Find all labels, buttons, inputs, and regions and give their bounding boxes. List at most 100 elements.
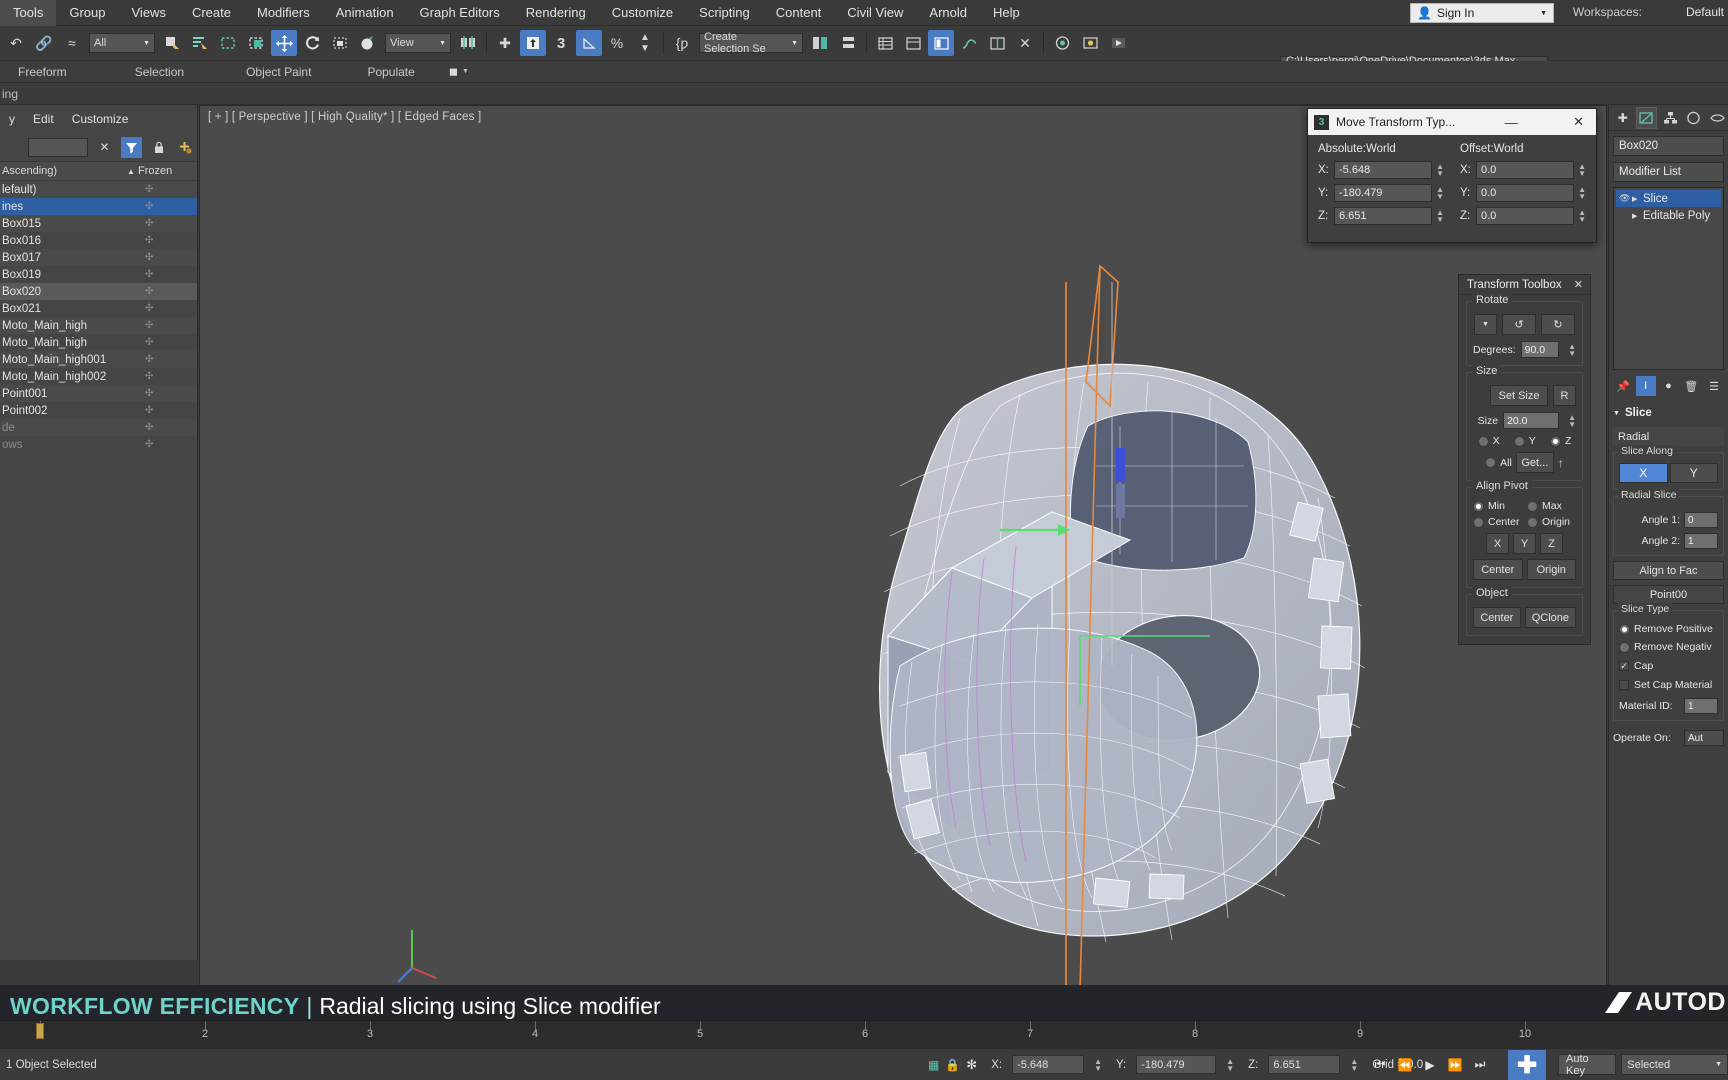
rectangular-selection-region-icon[interactable] [215, 30, 241, 56]
snap-toggle-3d-icon[interactable]: 3 [548, 30, 574, 56]
camera-icon[interactable]: ◼ [449, 65, 458, 78]
ribbon-tab-selection[interactable]: Selection [83, 65, 200, 79]
render-setup-icon[interactable] [1077, 30, 1103, 56]
ribbon-tab-object-paint[interactable]: Object Paint [200, 65, 327, 79]
lock-icon[interactable]: 🔒 [945, 1058, 960, 1072]
pivot-axis-y-button[interactable]: Y [1513, 533, 1536, 554]
pivot-center-radio[interactable]: Center [1473, 516, 1527, 528]
toggle-scene-explorer-icon[interactable] [928, 30, 954, 56]
pivot-origin-button[interactable]: Origin [1527, 559, 1577, 580]
window-crossing-icon[interactable] [243, 30, 269, 56]
freeze-toggle-icon[interactable]: ✣ [127, 320, 197, 331]
auto-key-button[interactable]: Auto Key [1558, 1054, 1616, 1075]
modifier-stack-item-editable-poly[interactable]: ▶ Editable Poly [1616, 207, 1721, 224]
spinner-icon[interactable]: ▲▼ [1350, 1058, 1358, 1072]
freeze-toggle-icon[interactable]: ✣ [127, 303, 197, 314]
modifier-stack-item-slice[interactable]: 👁 ▶ Slice [1616, 190, 1721, 207]
tab-hierarchy[interactable] [1659, 107, 1681, 129]
freeze-toggle-icon[interactable]: ✣ [127, 337, 197, 348]
slice-rollout-header[interactable]: ▼ Slice [1613, 404, 1724, 422]
ribbon-tab-freeform[interactable]: Freeform [0, 65, 83, 79]
time-slider-key[interactable] [36, 1023, 44, 1039]
absolute-y-input[interactable]: -180.479 [1334, 184, 1432, 202]
explorer-row[interactable]: Moto_Main_high✣ [0, 334, 197, 351]
explorer-menu-edit[interactable]: Edit [24, 112, 63, 126]
link-icon[interactable]: 🔗 [31, 30, 57, 56]
explorer-row[interactable]: Box020✣ [0, 283, 197, 300]
cap-checkbox[interactable]: ✓ Cap [1619, 660, 1718, 672]
explorer-row[interactable]: Box016✣ [0, 232, 197, 249]
pivot-min[interactable]: Min [1473, 500, 1527, 512]
spinner-icon[interactable]: ▲▼ [1226, 1058, 1234, 1072]
freeze-toggle-icon[interactable]: ✣ [127, 388, 197, 399]
object-qclone-button[interactable]: QClone [1525, 607, 1576, 628]
absolute-relative-mode-icon[interactable]: ✻ [966, 1057, 977, 1073]
explorer-row[interactable]: Box017✣ [0, 249, 197, 266]
explorer-row[interactable]: ows✣ [0, 436, 197, 453]
menu-item-animation[interactable]: Animation [323, 0, 407, 26]
explorer-row[interactable]: Moto_Main_high002✣ [0, 368, 197, 385]
menu-item-graph-editors[interactable]: Graph Editors [407, 0, 513, 26]
freeze-toggle-icon[interactable]: ✣ [127, 439, 197, 450]
size-axis-y[interactable]: Y [1514, 435, 1536, 447]
explorer-row[interactable]: Point001✣ [0, 385, 197, 402]
absolute-z-input[interactable]: 6.651 [1334, 207, 1432, 225]
menu-item-rendering[interactable]: Rendering [513, 0, 599, 26]
chevron-down-icon[interactable]: ▼ [462, 68, 469, 75]
spinner-icon[interactable]: ▲▼ [1578, 163, 1586, 177]
chevron-right-icon[interactable]: ▶ [1632, 212, 1643, 220]
menu-item-help[interactable]: Help [980, 0, 1033, 26]
material-id-input[interactable]: 1 [1684, 698, 1718, 714]
menu-item-content[interactable]: Content [763, 0, 835, 26]
sign-in-button[interactable]: 👤 Sign In ▼ [1410, 3, 1554, 23]
offset-y-input[interactable]: 0.0 [1476, 184, 1574, 202]
spinner-icon[interactable]: ▲▼ [1436, 209, 1444, 223]
explorer-row[interactable]: Box015✣ [0, 215, 197, 232]
explorer-search-input[interactable] [28, 138, 88, 157]
angle-snap-icon[interactable] [576, 30, 602, 56]
material-editor-icon[interactable] [1049, 30, 1075, 56]
set-key-button[interactable]: ✚ [1508, 1050, 1546, 1080]
select-object-icon[interactable] [159, 30, 185, 56]
absolute-x-input[interactable]: -5.648 [1334, 161, 1432, 179]
spinner-icon[interactable]: ▲▼ [1436, 163, 1444, 177]
menu-item-arnold[interactable]: Arnold [916, 0, 980, 26]
align-to-face-button[interactable]: Align to Fac [1613, 561, 1724, 580]
timeline-track-bar[interactable]: 12345678910 [0, 1020, 1728, 1048]
selection-lock-region-icon[interactable]: ▦ [928, 1058, 939, 1072]
previous-frame-icon[interactable]: ⏪ [1393, 1054, 1417, 1076]
pivot-center-button[interactable]: Center [1473, 559, 1523, 580]
tab-create[interactable]: ✚ [1612, 107, 1634, 129]
spinner-icon[interactable]: ▲▼ [1578, 186, 1586, 200]
transform-toolbox-titlebar[interactable]: Transform Toolbox ✕ [1459, 275, 1590, 295]
undo-icon[interactable]: ↶ [3, 30, 29, 56]
edit-named-selection-icon[interactable]: {ƿ [669, 30, 695, 56]
reference-coordinate-combo[interactable]: View ▼ [385, 33, 451, 53]
set-cap-material-checkbox[interactable]: Set Cap Material [1619, 679, 1718, 691]
menu-item-civil-view[interactable]: Civil View [834, 0, 916, 26]
next-frame-icon[interactable]: ⏩ [1443, 1054, 1467, 1076]
named-selection-icon[interactable] [520, 30, 546, 56]
schematic-view-icon[interactable] [984, 30, 1010, 56]
bind-space-warp-icon[interactable]: ≈ [59, 30, 85, 56]
operate-on-value[interactable]: Aut [1684, 730, 1724, 746]
spinner-icon[interactable]: ▲▼ [1094, 1058, 1102, 1072]
lock-icon[interactable] [148, 137, 169, 158]
size-axis-x[interactable]: X [1478, 435, 1500, 447]
move-transform-type-in-dialog[interactable]: 3 Move Transform Typ... — ✕ Absolute:Wor… [1307, 108, 1597, 243]
layer-explorer-icon[interactable] [872, 30, 898, 56]
reset-size-button[interactable]: R [1553, 385, 1576, 406]
curve-editor-icon[interactable] [956, 30, 982, 56]
degrees-input[interactable]: 90.0 [1521, 341, 1559, 358]
freeze-toggle-icon[interactable]: ✣ [127, 184, 197, 195]
explorer-row[interactable]: Box019✣ [0, 266, 197, 283]
object-name-field[interactable]: Box020 [1613, 136, 1724, 156]
pivot-axis-z-button[interactable]: Z [1540, 533, 1563, 554]
object-center-button[interactable]: Center [1473, 607, 1521, 628]
mirror-icon[interactable] [807, 30, 833, 56]
freeze-toggle-icon[interactable]: ✣ [127, 405, 197, 416]
remove-positive-option[interactable]: Remove Positive [1619, 623, 1718, 635]
offset-x-input[interactable]: 0.0 [1476, 161, 1574, 179]
freeze-toggle-icon[interactable]: ✣ [127, 269, 197, 280]
align-icon[interactable]: ✚ [492, 30, 518, 56]
